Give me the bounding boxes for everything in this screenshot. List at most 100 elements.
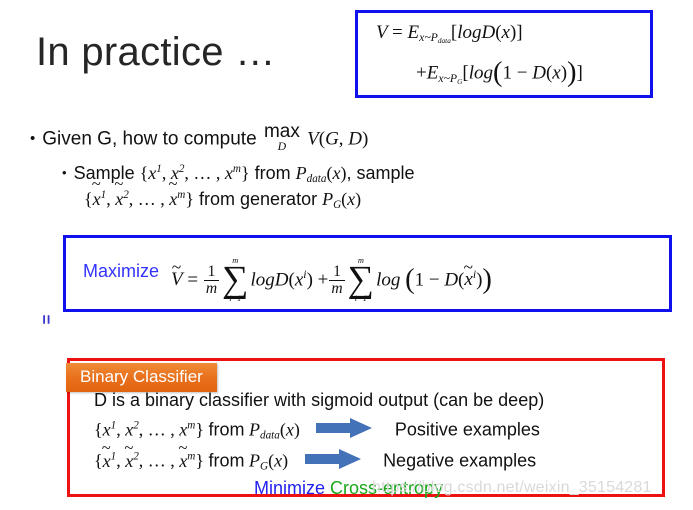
neg-xm-tilde: ~	[178, 438, 188, 458]
sample-trailing: , sample	[346, 163, 415, 183]
pg-expression-1: PG(x)	[322, 189, 362, 211]
positive-examples-label: Positive examples	[394, 419, 540, 440]
formula2-paren-open: (	[493, 57, 503, 88]
formula-E: E	[407, 22, 420, 43]
formula2-one: 1	[502, 62, 513, 84]
formula-E-sub-text: x~P	[419, 31, 438, 45]
vtilde: ~ V	[171, 258, 183, 291]
neg-brace-close: }	[195, 450, 204, 471]
neg-P: P	[249, 450, 260, 471]
gset-xm-tilde: ~	[168, 173, 178, 193]
pdata-sub: data	[306, 173, 327, 186]
neg-x2: ~ x	[124, 440, 133, 472]
gset-x2-tilde: ~	[114, 173, 124, 193]
set-brace-open: {	[139, 163, 149, 183]
pg-arg: x	[347, 189, 356, 210]
value-function-expression: V(G, D)	[307, 129, 368, 150]
formula-equals: =	[392, 22, 403, 43]
formula-log: log	[457, 22, 482, 43]
sub-bullet-marker-icon: •	[62, 165, 67, 180]
neg-ellipsis: , … ,	[138, 450, 180, 471]
pos-x1: x	[102, 419, 111, 440]
fraction-one-over-m-second: 1m	[329, 262, 345, 297]
sample-set-data: {x1, x2, … , xm}	[140, 163, 250, 183]
sum1-glyph: ∑	[222, 258, 249, 300]
maximize-formula-box: Maximize ~ V = 1 m m ∑ i=1 logD(xi) +1 m m ∑ i=1 lo…	[63, 235, 672, 312]
pos-comma-1: ,	[116, 419, 126, 440]
set-brace-close: }	[240, 163, 250, 183]
sum2-glyph: ∑	[347, 258, 375, 300]
formula2-log: log	[468, 62, 493, 84]
formula2-minus: −	[516, 62, 528, 84]
page-title: In practice …	[36, 30, 276, 74]
formula-D: D	[481, 22, 496, 43]
max-bigparen-open: (	[405, 264, 415, 296]
max-log-1: log	[250, 269, 275, 291]
set-xm-sup: m	[232, 163, 241, 176]
neg-P-sub: G	[260, 460, 269, 473]
max-D-2: D	[444, 269, 459, 291]
generated-set-data: {~ x1, ~ x2, … , ~ xm}	[84, 175, 194, 212]
from-word-1: from	[254, 163, 291, 183]
pos-arg: x	[285, 419, 294, 440]
max-D-1: D	[274, 269, 289, 291]
maximize-formula: ~ V = 1 m m ∑ i=1 logD(xi) +1 m m ∑ i=1 log (1 − D(…	[171, 256, 492, 304]
summation-first: m ∑ i=1	[222, 256, 249, 303]
watermark: https://blog.csdn.net/weixin_35154281	[372, 479, 652, 496]
gset-brace-close: }	[185, 189, 194, 210]
frac1-den: m	[203, 279, 220, 297]
pg-P: P	[322, 189, 334, 210]
neg-x1-tilde: ~	[101, 438, 111, 458]
right-arrow-icon	[304, 449, 361, 474]
neg-arg: x	[274, 450, 283, 471]
bullet-level2: • Sample {x1, x2, … , xm} from Pdata(x), …	[62, 160, 415, 212]
frac1-num: 1	[207, 262, 216, 280]
formula-E-sub-sub: data	[437, 36, 451, 46]
formula-bracket-close: ]	[516, 22, 523, 43]
max-plus: +	[317, 269, 329, 291]
formula2-plus: +	[416, 62, 427, 84]
max-log-2: log	[376, 269, 401, 291]
vf-paren-close: )	[362, 128, 369, 150]
from-generator-word: from generator	[199, 189, 318, 210]
formula2-x: x	[552, 62, 561, 84]
pg-paren-close: )	[355, 189, 362, 210]
objective-formula-line-2: +Ex~PG[log(1 − D(x))]	[416, 57, 583, 90]
pos-paren-close: )	[293, 419, 300, 440]
gset-xm: ~ x	[168, 175, 177, 212]
maximize-label: Maximize	[83, 261, 160, 281]
max-bigparen-close: )	[482, 264, 492, 296]
vf-G: G	[325, 128, 339, 150]
pos-brace-close: }	[195, 419, 204, 440]
pos-P: P	[249, 419, 260, 440]
positive-examples-row: {x1, x2, … , xm} from Pdata(x) Positive …	[94, 418, 540, 444]
neg-from-word: from	[208, 450, 245, 471]
summation-second: m ∑ i=1	[347, 256, 375, 303]
pdata-P: P	[295, 163, 307, 183]
max-xtilde: ~ x	[463, 258, 472, 291]
gset-x1-tilde: ~	[91, 173, 101, 193]
gset-x2: ~ x	[114, 175, 123, 212]
formula2-D: D	[532, 62, 546, 84]
max-operator-subscript: D	[277, 140, 287, 154]
frac2-num: 1	[333, 262, 341, 280]
neg-x2-tilde: ~	[124, 438, 134, 458]
set-ellipsis: , … ,	[184, 163, 225, 183]
max-paren-close-1: )	[306, 269, 313, 291]
binary-classifier-badge: Binary Classifier	[66, 363, 217, 392]
formula-x: x	[501, 22, 510, 43]
max-minus: −	[428, 269, 440, 291]
objective-formula-line-1: V = Ex~Pdata[logD(x)]	[376, 22, 523, 44]
max-operator: max D	[264, 122, 300, 154]
objective-formula-box: V = Ex~Pdata[logD(x)] +Ex~PG[log(1 − D(x…	[355, 10, 653, 98]
pos-from-word: from	[208, 419, 245, 440]
formula-V: V	[376, 22, 388, 43]
bullet-level1: • Given G, how to compute max D V(G, D)	[30, 122, 368, 154]
max-xtilde-tilde: ~	[463, 256, 473, 277]
formula2-E-sub-text: x~P	[438, 71, 458, 85]
formula2-E-subscript: x~PG	[438, 72, 462, 85]
right-arrow-icon	[316, 418, 373, 443]
gset-ellipsis: , … ,	[128, 189, 170, 210]
vtilde-tilde: ~	[171, 256, 182, 277]
neg-x1: ~ x	[102, 440, 111, 472]
